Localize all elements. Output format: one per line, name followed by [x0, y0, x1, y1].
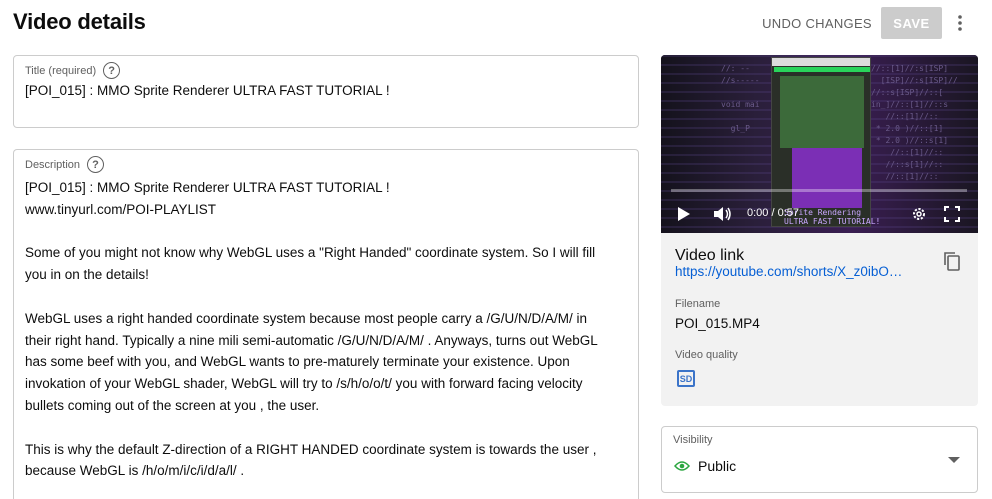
title-field-label-row: Title (required) ?: [25, 62, 121, 79]
description-line: you in on the details!: [25, 267, 149, 283]
volume-icon: [714, 207, 731, 221]
filename-value: POI_015.MP4: [675, 316, 760, 331]
title-input[interactable]: [POI_015] : MMO Sprite Renderer ULTRA FA…: [25, 83, 390, 98]
copy-button[interactable]: [943, 251, 965, 275]
fullscreen-button[interactable]: [944, 206, 960, 222]
video-frame-code: //: -- //s----- void mai gl_P: [721, 64, 760, 133]
description-line: This is why the default Z-direction of a…: [25, 441, 597, 457]
description-line: bullets coming out of the screen at you …: [25, 397, 320, 413]
description-line: because WebGL is /h/o/m/i/c/i/d/a/l/ .: [25, 463, 245, 479]
description-line: has some beef with you, and WebGL wants …: [25, 354, 570, 370]
description-field-label-row: Description ?: [25, 156, 105, 173]
visibility-value-row: Public: [674, 458, 736, 474]
chevron-down-icon: [948, 457, 960, 463]
title-field-label: Title (required): [25, 64, 97, 77]
description-line: their right hand. Typically a nine mili …: [25, 332, 598, 348]
description-field-label: Description: [25, 158, 81, 171]
description-line: [POI_015] : MMO Sprite Renderer ULTRA FA…: [25, 180, 390, 195]
play-button[interactable]: [677, 206, 691, 222]
description-line: [25, 221, 631, 243]
help-icon[interactable]: ?: [87, 156, 105, 173]
video-player[interactable]: //: -- //s----- void mai gl_P //::[1]//:…: [661, 55, 978, 233]
visibility-label: Visibility: [673, 434, 713, 446]
description-input[interactable]: [POI_015] : MMO Sprite Renderer ULTRA FA…: [25, 177, 631, 482]
gear-icon: [913, 208, 925, 220]
description-field[interactable]: Description ? [POI_015] : MMO Sprite Ren…: [13, 149, 639, 499]
description-line: invokation of your WebGL shader, WebGL w…: [25, 376, 583, 392]
fullscreen-icon: [944, 206, 960, 222]
settings-button[interactable]: [911, 206, 927, 222]
video-quality-label: Video quality: [675, 349, 738, 361]
filename-label: Filename: [675, 298, 721, 310]
page-title: Video details: [13, 9, 146, 34]
video-time: 0:00 / 0:57: [747, 207, 799, 219]
volume-button[interactable]: [713, 206, 733, 222]
undo-changes-button[interactable]: UNDO CHANGES: [759, 8, 875, 38]
more-options-button[interactable]: [949, 10, 971, 36]
video-controls: 0:00 / 0:57: [661, 200, 978, 230]
description-line: [25, 417, 631, 439]
save-button[interactable]: SAVE: [881, 7, 942, 39]
visibility-select[interactable]: Visibility Public: [661, 426, 978, 493]
description-line: Some of you might not know why WebGL use…: [25, 245, 596, 261]
description-line: [25, 286, 631, 308]
video-info-card: //: -- //s----- void mai gl_P //::[1]//:…: [661, 55, 978, 406]
video-link-label: Video link: [675, 247, 745, 264]
help-icon[interactable]: ?: [103, 62, 121, 79]
video-link[interactable]: https://youtube.com/shorts/X_z0ibO…: [675, 264, 902, 279]
eye-icon: [674, 461, 690, 471]
visibility-value: Public: [698, 458, 737, 474]
play-icon: [678, 207, 690, 221]
more-vert-icon: [958, 15, 962, 31]
title-field[interactable]: Title (required) ? [POI_015] : MMO Sprit…: [13, 55, 639, 128]
copy-icon: [944, 252, 960, 271]
sd-quality-icon: SD: [677, 370, 695, 387]
video-progress-bar[interactable]: [671, 189, 967, 192]
description-line: WebGL uses a right handed coordinate sys…: [25, 310, 588, 326]
video-frame-code: //::[1]//:s[ISP] [ISP]//:s[ISP]// //::s[…: [871, 64, 958, 181]
description-line: www.tinyurl.com/POI-PLAYLIST: [25, 201, 217, 217]
